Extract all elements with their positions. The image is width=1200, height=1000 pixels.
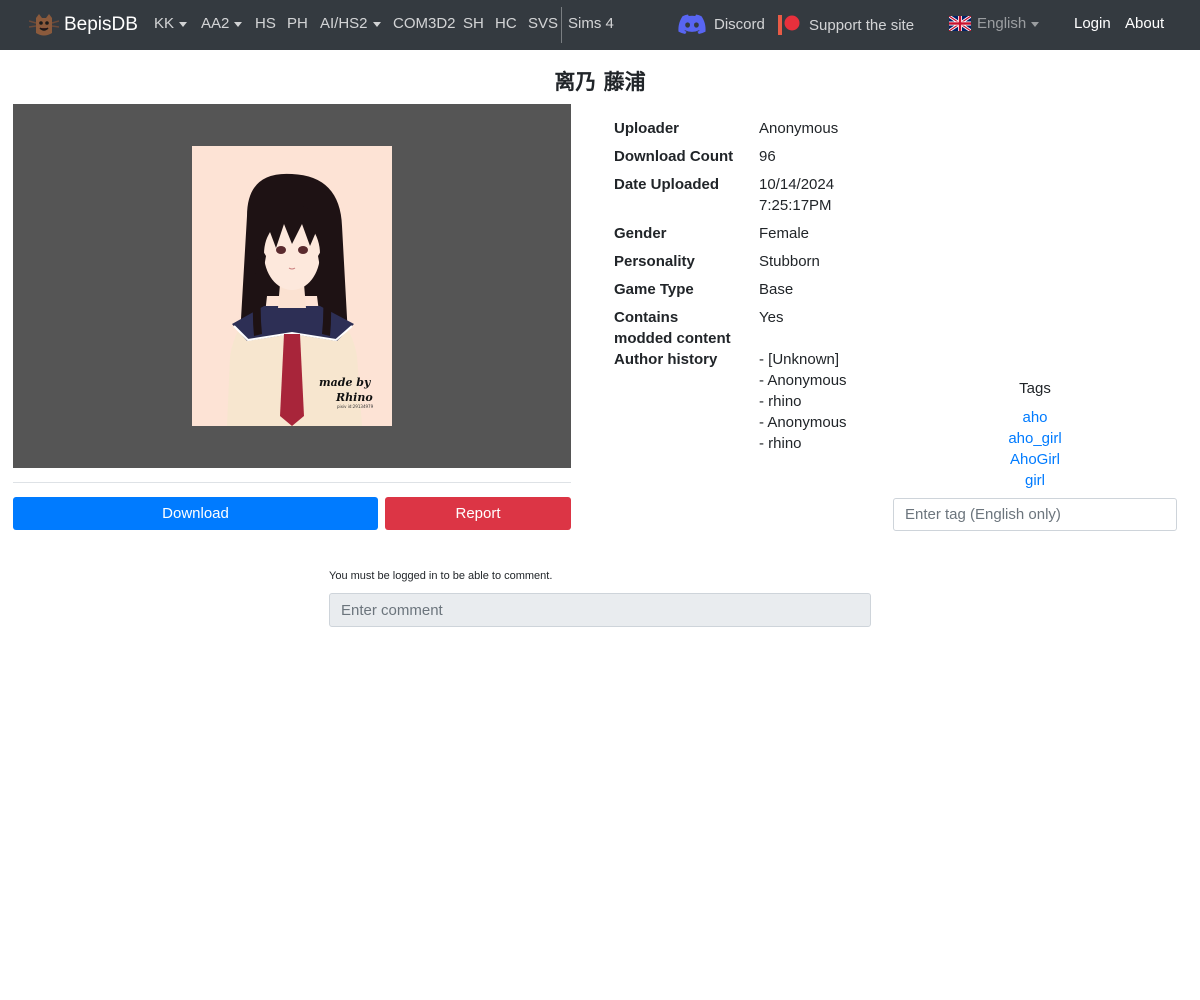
caret-down-icon [372,22,381,27]
watermark-line-1: made by [319,376,372,389]
tag-link[interactable]: aho [893,407,1177,428]
nav-sims4-label: Sims 4 [568,15,614,32]
author-history-item: - rhino [759,435,802,452]
game-type-label: Game Type [614,281,694,298]
section-divider [13,482,571,483]
nav-svs-link[interactable]: SVS [528,15,558,32]
nav-kk-label: KK [154,15,175,32]
top-navbar: BepisDB KK AA2 HS PH AI/HS2 COM3D2 SH HC… [0,0,1200,50]
login-required-note: You must be logged in to be able to comm… [329,570,553,582]
about-label: About [1125,15,1165,32]
tag-link[interactable]: girl [893,470,1177,491]
discord-link[interactable]: Discord [678,14,765,34]
nav-hc-link[interactable]: HC [495,15,517,32]
uploader-value: Anonymous [759,120,839,137]
nav-aihs2-dropdown[interactable]: AI/HS2 [320,15,381,32]
support-label: Support the site [809,16,915,34]
watermark-line-2: Rhino [335,391,373,404]
nav-kk-dropdown[interactable]: KK [154,15,188,32]
download-count-label: Download Count [614,148,734,165]
login-link[interactable]: Login [1074,15,1111,32]
caret-down-icon [179,22,188,27]
about-link[interactable]: About [1125,15,1164,32]
author-history-item: - [Unknown] [759,351,840,368]
nav-com3d2-link[interactable]: COM3D2 [393,15,456,32]
tag-link[interactable]: AhoGirl [893,449,1177,470]
nav-com3d2-label: COM3D2 [393,15,456,32]
brand-name: BepisDB [64,14,138,35]
caret-down-icon [1031,22,1040,27]
nav-ph-link[interactable]: PH [287,15,308,32]
date-uploaded-time: 7:25:17PM [759,197,832,214]
nav-svs-label: SVS [528,15,559,32]
nav-sh-label: SH [463,15,484,32]
uploader-label: Uploader [614,120,680,137]
author-history-item: - Anonymous [759,414,847,431]
modded-content-label-line2: modded content [614,330,731,347]
download-button[interactable]: Download [13,497,378,530]
nav-aa2-dropdown[interactable]: AA2 [201,15,243,32]
tag-input[interactable] [893,498,1177,531]
nav-ph-label: PH [287,15,308,32]
modded-content-value: Yes [759,309,784,326]
discord-icon [678,14,706,34]
download-count-value: 96 [759,148,776,165]
nav-sims4-link[interactable]: Sims 4 [568,15,614,32]
personality-label: Personality [614,253,695,270]
brand-link[interactable]: BepisDB [29,12,138,38]
login-label: Login [1074,15,1111,32]
nav-divider [561,7,562,43]
author-history-item: - rhino [759,393,802,410]
author-history-item: - Anonymous [759,372,847,389]
author-history-label: Author history [614,351,718,368]
language-label: English [977,15,1027,32]
card-preview-container: made by Rhino pixiv id:29134979 [13,104,571,468]
support-link[interactable]: Support the site [778,15,914,35]
nav-hc-label: HC [495,15,517,32]
report-button[interactable]: Report [385,497,571,530]
game-type-value: Base [759,281,794,298]
date-uploaded-label: Date Uploaded [614,176,720,193]
date-uploaded-date: 10/14/2024 [759,176,835,193]
patreon-icon [778,15,800,35]
nav-aihs2-label: AI/HS2 [320,15,368,32]
caret-down-icon [234,22,243,27]
bepis-logo-icon [29,14,59,36]
language-dropdown[interactable]: English [949,15,1040,32]
character-card-image[interactable]: made by Rhino pixiv id:29134979 [192,146,392,426]
card-title: 离乃 藤浦 [554,70,646,94]
comment-input[interactable] [329,593,871,627]
gender-value: Female [759,225,810,242]
personality-value: Stubborn [759,253,820,270]
tags-heading: Tags [1019,380,1051,397]
nav-hs-label: HS [255,15,276,32]
nav-hs-link[interactable]: HS [255,15,276,32]
watermark-line-3: pixiv id:29134979 [337,404,374,409]
gender-label: Gender [614,225,667,242]
character-illustration: made by Rhino pixiv id:29134979 [192,146,392,426]
nav-sh-link[interactable]: SH [463,15,484,32]
uk-flag-icon [949,16,971,31]
nav-aa2-label: AA2 [201,15,230,32]
modded-content-label-line1: Contains [614,309,679,326]
tag-link[interactable]: aho_girl [893,428,1177,449]
discord-label: Discord [714,15,765,33]
